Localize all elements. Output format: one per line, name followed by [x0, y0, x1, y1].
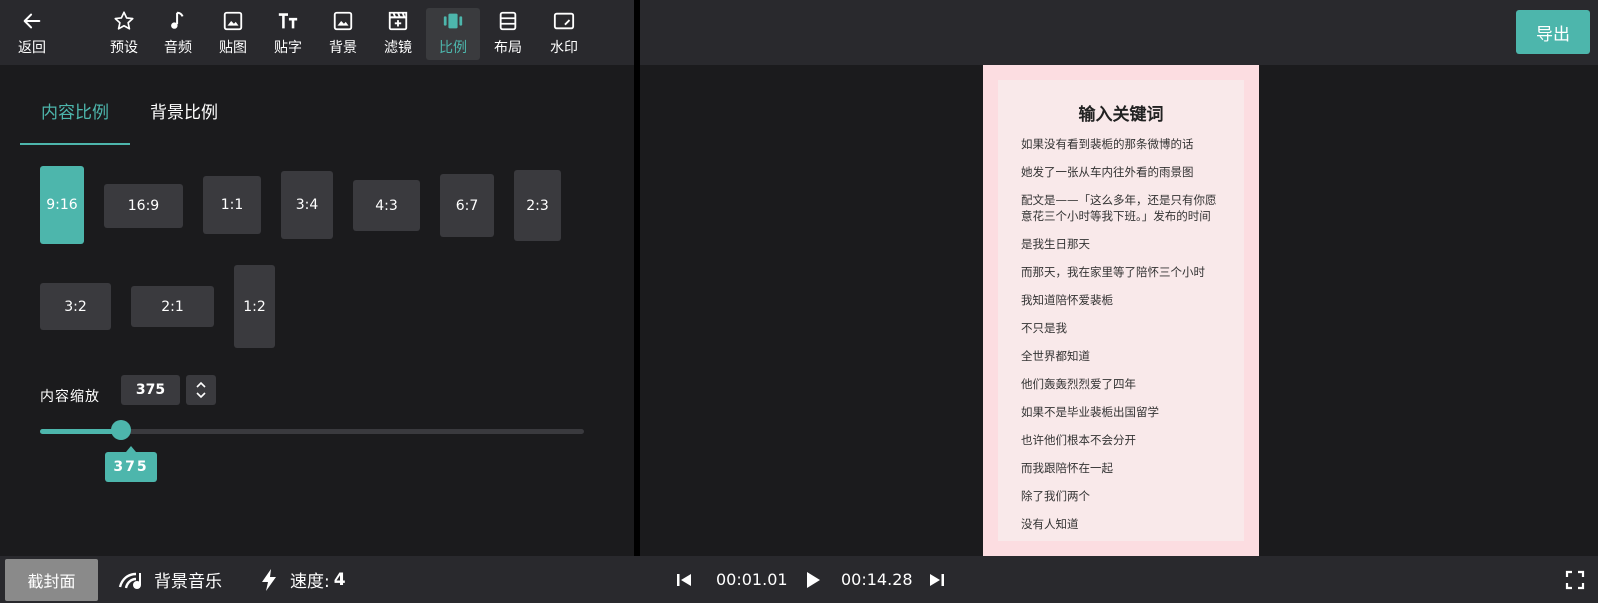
slider-fill — [40, 429, 122, 434]
background-image-icon — [333, 11, 353, 31]
speed-value: 4 — [333, 569, 346, 590]
ratio-option-3-2[interactable]: 3:2 — [40, 283, 111, 330]
text-line: 而那天，我在家里等了陪怀三个小时 — [1021, 265, 1205, 279]
sticker-label: 贴图 — [219, 40, 247, 56]
tool-ratio[interactable]: 比例 — [426, 8, 480, 60]
ratio-label: 比例 — [439, 40, 467, 56]
text-line: 而我跟陪怀在一起 — [1021, 461, 1113, 475]
background-music-button[interactable]: 背景音乐 — [118, 556, 222, 603]
tool-filter[interactable]: 滤镜 — [371, 8, 425, 60]
content-scale-stepper[interactable] — [186, 375, 216, 405]
text-line: 如果没有看到裴栀的那条微博的话 — [1021, 137, 1194, 151]
watermark-label: 水印 — [550, 40, 578, 56]
text-line: 除了我们两个 — [1021, 489, 1090, 503]
fullscreen-icon — [1565, 570, 1585, 589]
ratio-option-9-16[interactable]: 9:16 — [40, 166, 84, 244]
music-note-icon — [171, 11, 184, 29]
layout-label: 布局 — [494, 40, 522, 56]
ratio-option-6-7[interactable]: 6:7 — [440, 174, 494, 237]
music-wave-icon — [118, 572, 141, 589]
text-line: 我知道陪怀爱裴栀 — [1021, 293, 1113, 307]
playback-bar: 截封面 背景音乐 速度: 4 00:01.01 00:14.28 — [0, 556, 1598, 603]
text-line: 是我生日那天 — [1021, 237, 1090, 251]
watermark-icon — [553, 12, 575, 30]
tool-text[interactable]: 贴字 — [261, 8, 315, 60]
fullscreen-button[interactable] — [1565, 556, 1585, 603]
tool-watermark[interactable]: 水印 — [537, 8, 591, 60]
preview-text-lines: 如果没有看到裴栀的那条微博的话 她发了一张从车内往外看的雨景图 配文是——「这么… — [1021, 136, 1226, 541]
speed-label: 速度: — [290, 572, 330, 592]
skip-next-icon — [930, 573, 944, 586]
content-scale-label: 内容缩放 — [40, 389, 100, 405]
total-time: 00:14.28 — [841, 570, 913, 589]
current-time: 00:01.01 — [716, 570, 788, 589]
back-button[interactable]: 返回 — [5, 8, 59, 60]
skip-previous-icon — [677, 573, 691, 586]
preview-canvas[interactable]: 输入关键词 如果没有看到裴栀的那条微博的话 她发了一张从车内往外看的雨景图 配文… — [983, 65, 1259, 556]
text-line: 不只是我 — [1021, 321, 1067, 335]
preview-title: 输入关键词 — [1078, 105, 1164, 125]
ratio-option-4-3[interactable]: 4:3 — [353, 180, 420, 231]
play-button[interactable] — [804, 556, 822, 603]
chevron-up-icon[interactable] — [195, 380, 207, 390]
speed-control[interactable]: 速度: 4 — [260, 556, 346, 603]
film-clapper-icon — [388, 11, 408, 31]
capture-cover-button[interactable]: 截封面 — [5, 559, 98, 601]
tab-content-ratio[interactable]: 内容比例 — [20, 93, 130, 145]
tool-preset[interactable]: 预设 — [97, 8, 151, 60]
ratio-option-3-4[interactable]: 3:4 — [281, 171, 333, 239]
play-icon — [807, 571, 820, 588]
chevron-down-icon[interactable] — [195, 390, 207, 400]
tool-layout[interactable]: 布局 — [481, 8, 535, 60]
slider-value-tooltip: 375 — [105, 446, 157, 482]
aspect-ratio-icon — [443, 13, 463, 29]
content-scale-input[interactable]: 375 — [121, 375, 180, 405]
preset-label: 预设 — [110, 40, 138, 56]
ratio-settings-panel: 内容比例 背景比例 9:16 16:9 1:1 3:4 4:3 6:7 2:3 … — [0, 65, 634, 556]
text-line: 她发了一张从车内往外看的雨景图 — [1021, 165, 1194, 179]
lightning-icon — [262, 568, 276, 591]
preview-content: 输入关键词 如果没有看到裴栀的那条微博的话 她发了一张从车内往外看的雨景图 配文… — [998, 80, 1244, 541]
text-line: 也许他们根本不会分开 — [1021, 433, 1136, 447]
skip-end-button[interactable] — [928, 556, 946, 603]
tab-background-ratio[interactable]: 背景比例 — [150, 93, 218, 145]
export-button[interactable]: 导出 — [1516, 10, 1590, 54]
ratio-option-1-2[interactable]: 1:2 — [234, 265, 275, 348]
toolbar: 返回 预设 音频 贴图 贴字 背景 滤镜 比例 布局 水印 — [0, 0, 634, 65]
ratio-option-16-9[interactable]: 16:9 — [104, 184, 183, 228]
preview-header — [640, 0, 1598, 65]
slider-thumb[interactable] — [111, 420, 131, 440]
text-icon — [278, 13, 298, 29]
tool-sticker[interactable]: 贴图 — [206, 8, 260, 60]
ratio-option-2-3[interactable]: 2:3 — [514, 170, 561, 241]
tool-background[interactable]: 背景 — [316, 8, 370, 60]
ratio-option-2-1[interactable]: 2:1 — [131, 286, 214, 327]
text-line: 配文是——「这么多年，还是只有你愿意花三个小时等我下班。」发布的时间 — [1021, 193, 1217, 223]
text-line: 没有人知道 — [1021, 517, 1079, 531]
back-label: 返回 — [18, 40, 46, 56]
filter-label: 滤镜 — [384, 40, 412, 56]
text-line: 全世界都知道 — [1021, 349, 1090, 363]
audio-label: 音频 — [164, 40, 192, 56]
arrow-left-icon — [23, 13, 41, 29]
text-line: 他们轰轰烈烈爱了四年 — [1021, 377, 1136, 391]
star-icon — [114, 11, 134, 30]
text-label: 贴字 — [274, 40, 302, 56]
skip-start-button[interactable] — [675, 556, 693, 603]
ratio-option-1-1[interactable]: 1:1 — [203, 176, 261, 234]
image-icon — [223, 11, 243, 31]
tool-audio[interactable]: 音频 — [151, 8, 205, 60]
background-label: 背景 — [329, 40, 357, 56]
background-music-label: 背景音乐 — [154, 572, 222, 592]
layout-icon — [499, 11, 517, 31]
text-line: 如果不是毕业裴栀出国留学 — [1021, 405, 1159, 419]
